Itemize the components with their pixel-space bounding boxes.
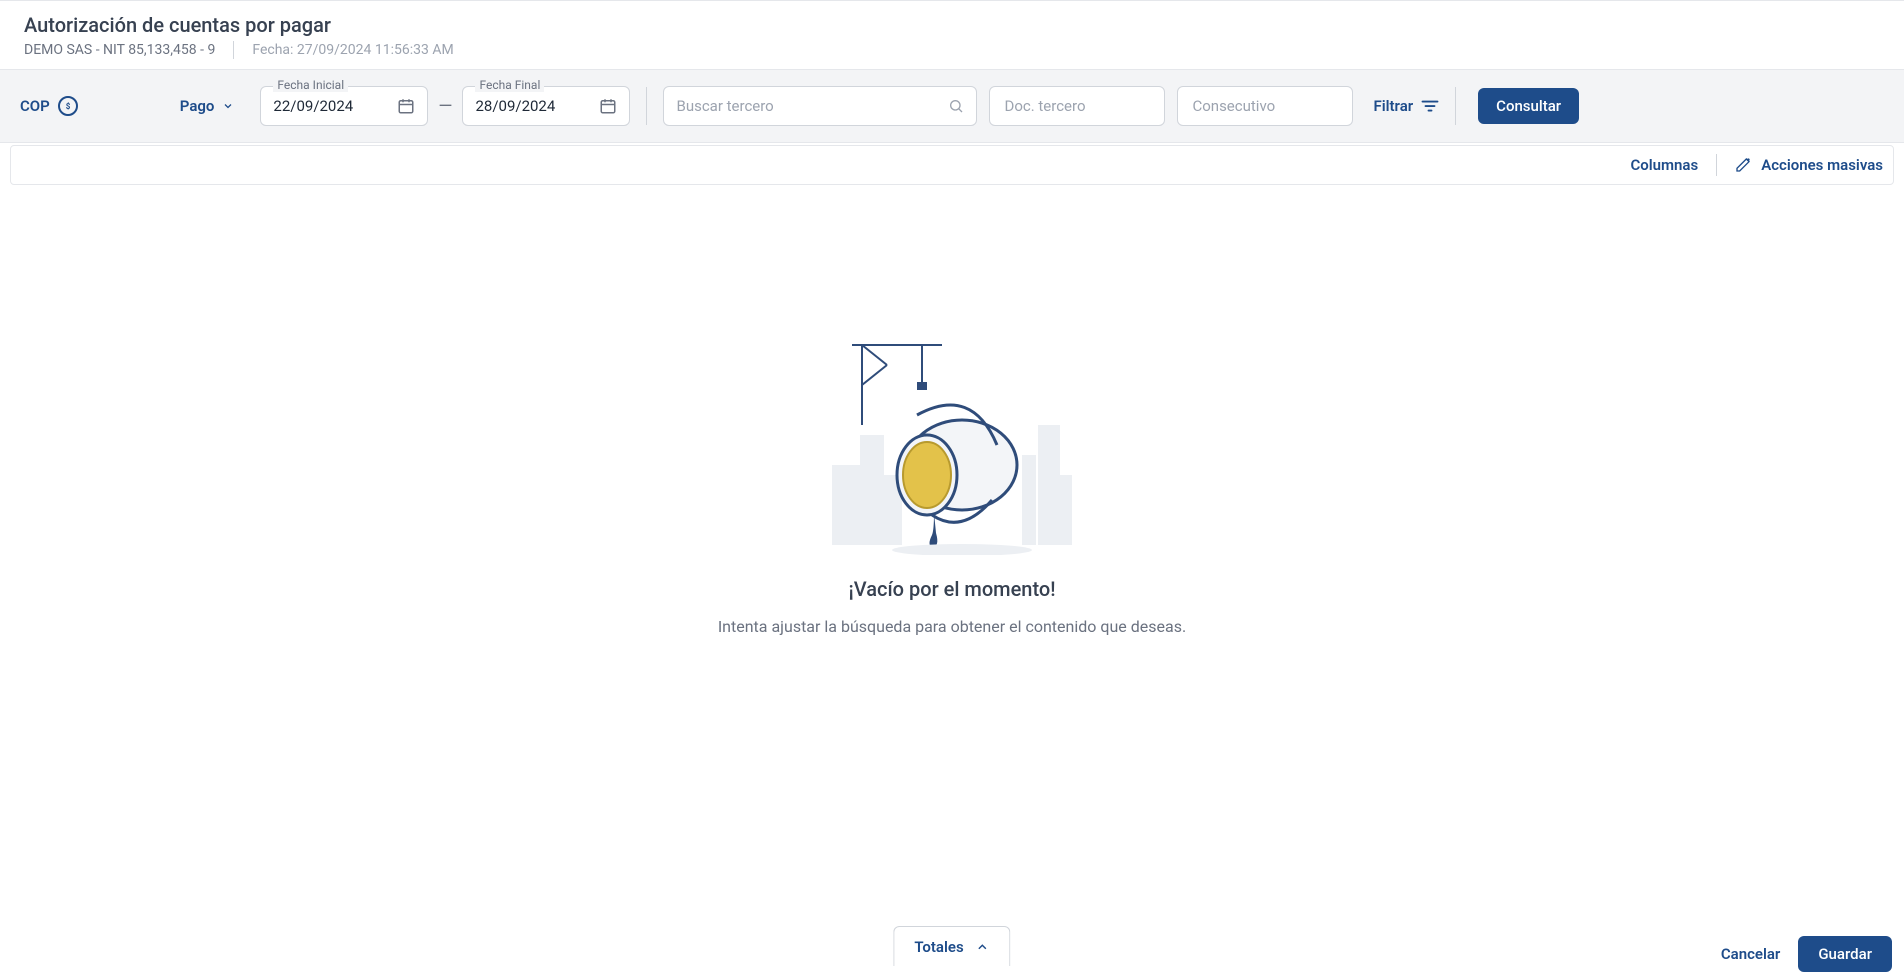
page-datetime: Fecha: 27/09/2024 11:56:33 AM [252,42,453,58]
svg-text:$: $ [65,102,70,111]
header-subrow: DEMO SAS - NIT 85,133,458 - 9 Fecha: 27/… [24,41,1880,59]
date-initial-field[interactable]: Fecha Inicial 22/09/2024 [260,86,428,126]
totales-toggle[interactable]: Totales [893,926,1010,966]
empty-illustration [832,335,1072,555]
search-tercero-input[interactable] [676,97,948,115]
date-range-group: Fecha Inicial 22/09/2024 — Fecha Final 2… [260,86,630,126]
divider [1716,154,1717,176]
date-final-label: Fecha Final [475,78,544,92]
table-actions-bar: Columnas Acciones masivas [10,145,1894,185]
currency-code: COP [20,97,50,115]
cancelar-button[interactable]: Cancelar [1721,945,1781,963]
search-tercero-field[interactable] [663,86,977,126]
divider [233,41,234,59]
empty-subtitle: Intenta ajustar la búsqueda para obtener… [718,617,1186,636]
columnas-button[interactable]: Columnas [1630,156,1698,174]
chevron-down-icon [222,100,234,112]
date-separator: — [438,96,452,117]
acciones-masivas-button[interactable]: Acciones masivas [1735,156,1883,174]
footer-bar: Totales Cancelar Guardar [0,932,1904,976]
date-final-value: 28/09/2024 [475,97,599,115]
divider [1455,87,1456,125]
page-title: Autorización de cuentas por pagar [24,13,1880,37]
company-info: DEMO SAS - NIT 85,133,458 - 9 [24,42,215,58]
filtrar-button[interactable]: Filtrar [1373,97,1439,115]
calendar-icon [599,97,617,115]
acciones-masivas-label: Acciones masivas [1761,156,1883,174]
date-final-field[interactable]: Fecha Final 28/09/2024 [462,86,630,126]
consultar-button[interactable]: Consultar [1478,88,1579,124]
chevron-up-icon [976,940,990,954]
payment-type-label: Pago [180,97,215,115]
divider [646,87,647,125]
consecutivo-input[interactable] [1177,86,1353,126]
date-initial-label: Fecha Inicial [273,78,348,92]
payment-type-dropdown[interactable]: Pago [180,97,235,115]
guardar-button[interactable]: Guardar [1798,936,1892,972]
pencil-icon [1735,157,1751,173]
currency-selector[interactable]: COP $ [20,96,78,116]
search-icon [948,98,964,114]
date-initial-value: 22/09/2024 [273,97,397,115]
currency-icon: $ [58,96,78,116]
totales-label: Totales [914,938,963,956]
page-header: Autorización de cuentas por pagar DEMO S… [0,0,1904,69]
filtrar-label: Filtrar [1373,97,1413,115]
empty-title: ¡Vacío por el momento! [848,577,1055,601]
doc-tercero-input[interactable] [989,86,1165,126]
filter-icon [1421,99,1439,113]
calendar-icon [397,97,415,115]
empty-state: ¡Vacío por el momento! Intenta ajustar l… [0,185,1904,636]
filter-bar: COP $ Pago Fecha Inicial 22/09/2024 — Fe… [0,69,1904,143]
